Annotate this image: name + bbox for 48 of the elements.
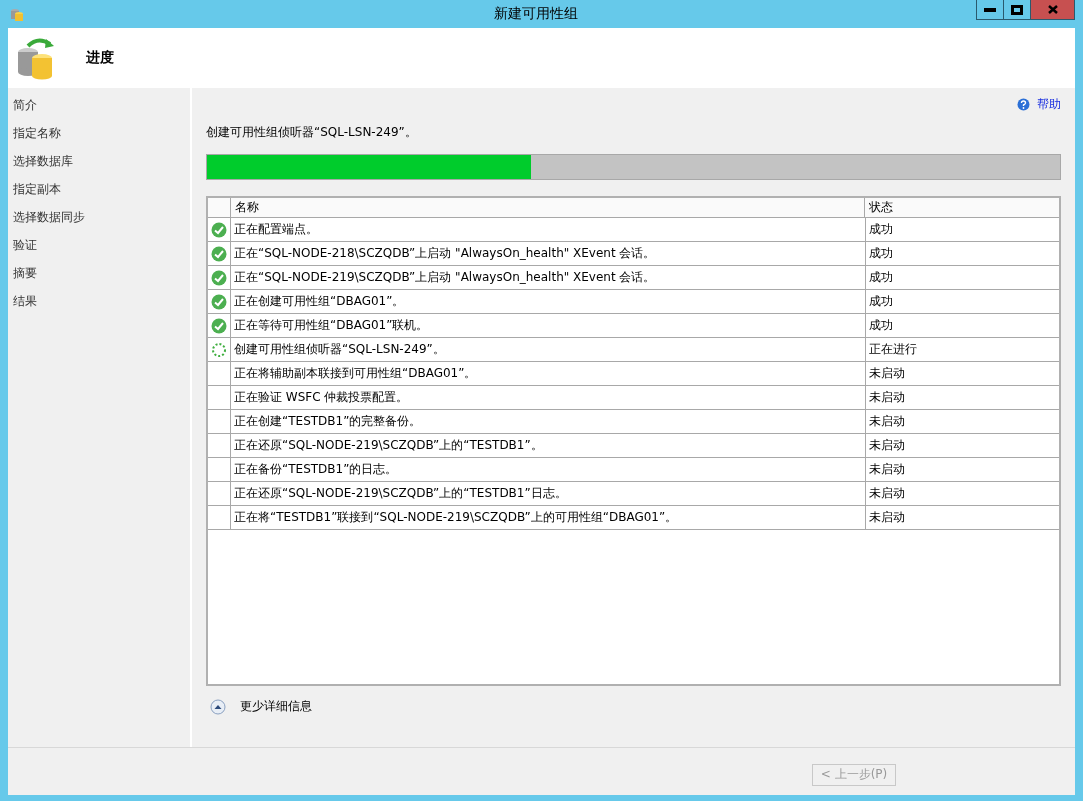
sidebar-item[interactable]: 指定名称 bbox=[8, 124, 190, 152]
help-link[interactable]: 帮助 bbox=[1037, 95, 1061, 113]
table-cell-text: 未启动 bbox=[868, 485, 906, 502]
table-cell-text: 成功 bbox=[868, 245, 894, 262]
sidebar-item[interactable]: 摘要 bbox=[8, 264, 190, 292]
table-cell: 正在“SQL-NODE-218\SCZQDB”上启动 "AlwaysOn_health" XEvent 会话。 bbox=[231, 242, 866, 265]
table-cell: 正在创建可用性组“DBAG01”。 bbox=[231, 290, 866, 313]
table-cell-text: 未启动 bbox=[868, 509, 906, 526]
table-cell: 正在创建“TESTDB1”的完整备份。 bbox=[231, 410, 866, 433]
table-cell-text: 未启动 bbox=[868, 389, 906, 406]
table-cell: 正在将“TESTDB1”联接到“SQL-NODE-219\SCZQDB”上的可用性组“DBAG01”。 bbox=[231, 506, 866, 529]
table-cell-text: 未启动 bbox=[868, 365, 906, 382]
help-icon bbox=[1017, 97, 1030, 111]
sidebar-item[interactable]: 简介 bbox=[8, 96, 190, 124]
table-cell-text: 成功 bbox=[868, 221, 894, 238]
minimize-button[interactable] bbox=[976, 0, 1004, 20]
less-details-link[interactable]: 更少详细信息 bbox=[240, 698, 312, 715]
minimize-icon bbox=[984, 7, 996, 12]
close-button[interactable] bbox=[1030, 0, 1075, 20]
table-cell-text: 未启动 bbox=[868, 461, 906, 478]
current-step-text: 创建可用性组侦听器“SQL-LSN-249”。 bbox=[206, 124, 418, 141]
table-cell: 正在还原“SQL-NODE-219\SCZQDB”上的“TESTDB1”。 bbox=[231, 434, 866, 457]
column-header[interactable]: 状态 bbox=[865, 198, 1059, 217]
table-cell: 正在还原“SQL-NODE-219\SCZQDB”上的“TESTDB1”日志。 bbox=[231, 482, 866, 505]
table-cell: 正在验证 WSFC 仲裁投票配置。 bbox=[231, 386, 866, 409]
database-app-icon bbox=[10, 6, 24, 22]
column-header[interactable]: 名称 bbox=[231, 198, 865, 217]
table-cell-text: 正在进行 bbox=[868, 341, 918, 358]
sidebar-item[interactable]: 验证 bbox=[8, 236, 190, 264]
sidebar-item[interactable]: 选择数据同步 bbox=[8, 208, 190, 236]
close-icon bbox=[1047, 5, 1058, 14]
table-cell-text: 成功 bbox=[868, 293, 894, 310]
table-cell-text: 未启动 bbox=[868, 437, 906, 454]
table-cell-text: 成功 bbox=[868, 317, 894, 334]
page-title: 进度 bbox=[86, 49, 114, 67]
table-cell: 创建可用性组侦听器“SQL-LSN-249”。 bbox=[231, 338, 866, 361]
table-cell-text: 成功 bbox=[868, 269, 894, 286]
sidebar-item[interactable]: 指定副本 bbox=[8, 180, 190, 208]
sidebar-item[interactable]: 选择数据库 bbox=[8, 152, 190, 180]
table-cell: 正在将辅助副本联接到可用性组“DBAG01”。 bbox=[231, 362, 866, 385]
table-cell: 正在配置端点。 bbox=[231, 218, 866, 241]
maximize-icon bbox=[1011, 4, 1023, 15]
window-title: 新建可用性组 bbox=[493, 5, 578, 23]
table-cell: 正在等待可用性组“DBAG01”联机。 bbox=[231, 314, 866, 337]
table-cell-text: 未启动 bbox=[868, 413, 906, 430]
table-cell: 正在“SQL-NODE-219\SCZQDB”上启动 "AlwaysOn_health" XEvent 会话。 bbox=[231, 266, 866, 289]
sidebar-item[interactable]: 结果 bbox=[8, 292, 190, 320]
table-cell: 正在备份“TESTDB1”的日志。 bbox=[231, 458, 866, 481]
